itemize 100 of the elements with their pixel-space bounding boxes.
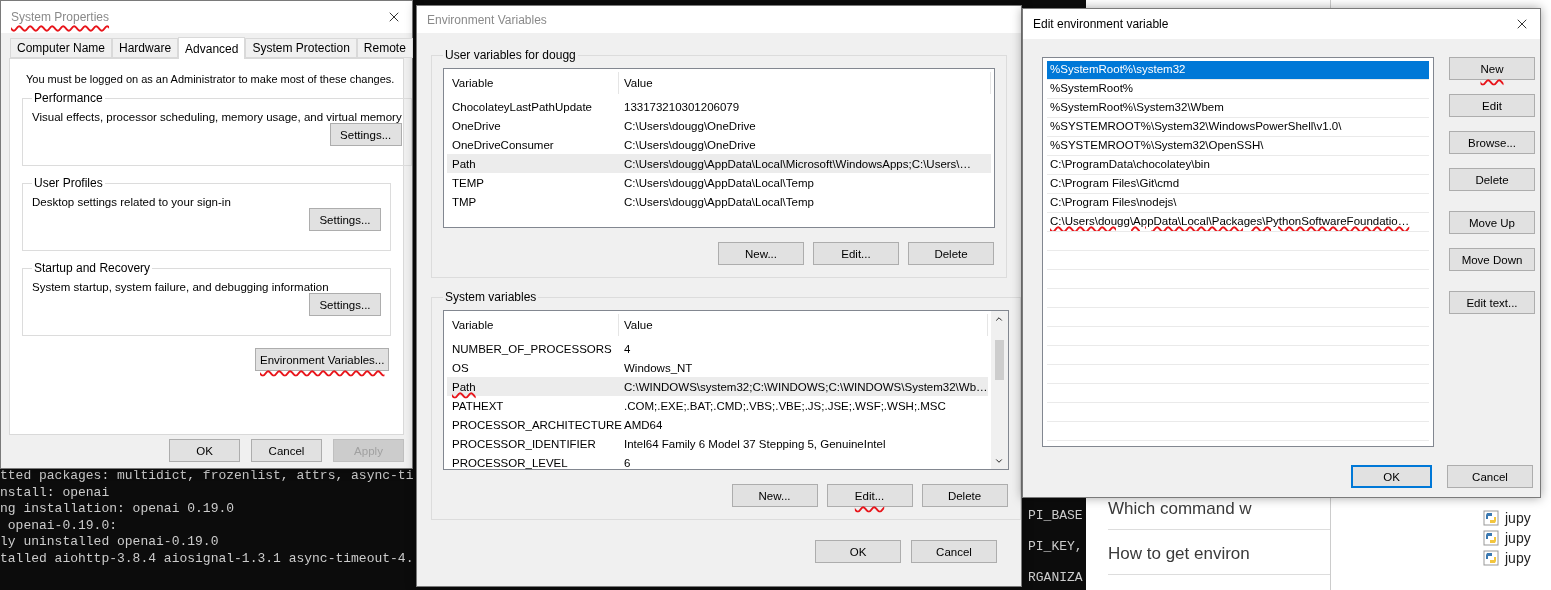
tab[interactable]: System Protection xyxy=(245,38,357,58)
scrollbar[interactable] xyxy=(990,311,1008,469)
list-action-button[interactable]: New xyxy=(1449,57,1535,80)
variable-row[interactable]: TMP C:\Users\dougg\AppData\Local\Temp xyxy=(447,192,991,211)
variable-name: TMP xyxy=(452,195,477,210)
path-entry[interactable]: C:\Users\dougg\AppData\Local\Packages\PythonSoftwareFoundatio… xyxy=(1047,213,1429,232)
dialog-button[interactable]: Cancel xyxy=(251,439,322,462)
file-name[interactable]: jupy xyxy=(1505,530,1531,546)
variable-name: Path xyxy=(452,157,476,172)
terminal-line: PI_BASE xyxy=(1028,507,1084,525)
list-action-button[interactable]: Move Down xyxy=(1449,248,1535,271)
environment-variables-button[interactable]: Environment Variables... xyxy=(255,348,389,371)
variable-name: PROCESSOR_ARCHITECTURE xyxy=(452,418,622,433)
group-description: Visual effects, processor scheduling, memory usage, and virtual memory xyxy=(32,111,402,123)
path-entry[interactable]: %SYSTEMROOT%\System32\WindowsPowerShell\v1.0\ xyxy=(1047,118,1429,137)
list-action-button[interactable]: Browse... xyxy=(1449,131,1535,154)
variable-name: PATHEXT xyxy=(452,399,504,414)
dialog-button[interactable]: Cancel xyxy=(911,540,997,563)
group-description: Desktop settings related to your sign-in xyxy=(32,196,232,208)
group-title: User variables for dougg xyxy=(444,48,577,62)
variable-row[interactable]: Path C:\Users\dougg\AppData\Local\Microsoft\WindowsApps;C:\Users\… xyxy=(447,154,991,173)
variable-name: OS xyxy=(452,361,469,376)
settings-button[interactable]: Settings... xyxy=(309,208,381,231)
terminal-line: tted packages: multidict, frozenlist, attrs, async-ti xyxy=(0,468,415,485)
notice-text: You must be logged on as an Administrator to make most of these changes. xyxy=(25,73,395,85)
list-action-button[interactable]: Delete xyxy=(921,484,1008,507)
path-entry[interactable]: C:\Program Files\nodejs\ xyxy=(1047,194,1429,213)
variable-row[interactable]: PROCESSOR_IDENTIFIER Intel64 Family 6 Model 37 Stepping 5, GenuineIntel xyxy=(447,434,988,453)
window-title: Environment Variables xyxy=(427,12,547,29)
file-name[interactable]: jupy xyxy=(1505,510,1531,526)
tab[interactable]: Advanced xyxy=(178,37,246,59)
variable-value: Intel64 Family 6 Model 37 Stepping 5, GenuineIntel xyxy=(623,437,887,450)
list-action-button[interactable]: Edit xyxy=(1449,94,1535,117)
terminal-line: talled aiohttp-3.8.4 aiosignal-1.3.1 async-timeout-4. xyxy=(0,550,415,567)
path-entry[interactable]: C:\ProgramData\chocolatey\bin xyxy=(1047,156,1429,175)
variable-value: AMD64 xyxy=(623,418,664,431)
list-action-button[interactable]: Edit text... xyxy=(1449,291,1535,314)
tab[interactable]: Hardware xyxy=(112,38,179,58)
terminal-line: ng installation: openai 0.19.0 xyxy=(0,501,236,518)
variable-row[interactable]: PATHEXT .COM;.EXE;.BAT;.CMD;.VBS;.VBE;.JS;.JSE;.WSF;.WSH;.MSC xyxy=(447,396,988,415)
path-entry[interactable]: %SystemRoot% xyxy=(1047,80,1429,99)
variable-value: C:\Users\dougg\AppData\Local\Temp xyxy=(623,195,815,208)
dialog-button[interactable]: OK xyxy=(1351,465,1432,488)
variable-value: C:\Users\dougg\OneDrive xyxy=(623,119,757,132)
column-header[interactable]: Variable xyxy=(447,72,619,94)
python-file-icon xyxy=(1483,530,1499,546)
file-name[interactable]: jupy xyxy=(1505,550,1531,566)
dialog-button[interactable]: Cancel xyxy=(1447,465,1533,488)
column-header[interactable]: Value xyxy=(619,314,988,336)
variable-row[interactable]: PROCESSOR_LEVEL 6 xyxy=(447,453,988,469)
variable-row[interactable]: NUMBER_OF_PROCESSORS 4 xyxy=(447,339,988,358)
python-file-icon xyxy=(1483,510,1499,526)
list-action-button[interactable]: Delete xyxy=(1449,168,1535,191)
path-entry[interactable]: %SystemRoot%\System32\Wbem xyxy=(1047,99,1429,118)
variable-name: PROCESSOR_IDENTIFIER xyxy=(452,437,596,452)
list-action-button[interactable]: Edit... xyxy=(813,242,899,265)
variable-row[interactable]: ChocolateyLastPathUpdate 133173210301206079 xyxy=(447,97,991,116)
scroll-down-icon[interactable] xyxy=(994,456,1005,466)
settings-button[interactable]: Settings... xyxy=(329,123,402,146)
group-title: Startup and Recovery xyxy=(33,261,152,275)
terminal-line: nstall: openai xyxy=(0,484,111,501)
path-entry[interactable]: %SystemRoot%\system32 xyxy=(1047,61,1429,80)
variable-name: OneDrive xyxy=(452,119,501,134)
column-header[interactable]: Value xyxy=(619,72,991,94)
list-action-button[interactable]: New... xyxy=(731,484,818,507)
dialog-button[interactable]: OK xyxy=(169,439,240,462)
column-header[interactable]: Variable xyxy=(447,314,619,336)
group-title: User Profiles xyxy=(33,176,104,190)
variable-name: OneDriveConsumer xyxy=(452,138,554,153)
variable-value: C:\Users\dougg\OneDrive xyxy=(623,138,757,151)
settings-button[interactable]: Settings... xyxy=(309,293,381,316)
list-action-button[interactable]: New... xyxy=(718,242,804,265)
list-action-button[interactable]: Move Up xyxy=(1449,211,1535,234)
variable-row[interactable]: OneDrive C:\Users\dougg\OneDrive xyxy=(447,116,991,135)
group-title: Performance xyxy=(33,91,104,105)
terminal-line: RGANIZA xyxy=(1028,569,1084,587)
list-action-button[interactable]: Delete xyxy=(908,242,994,265)
tab[interactable]: Remote xyxy=(356,38,413,58)
variable-value: .COM;.EXE;.BAT;.CMD;.VBS;.VBE;.JS;.JSE;.WSF;.WSH;.MSC xyxy=(623,399,947,412)
terminal-line: openai-0.19.0: xyxy=(6,517,119,534)
dialog-button[interactable]: OK xyxy=(815,540,901,563)
variable-name: TEMP xyxy=(452,176,484,191)
scroll-thumb[interactable] xyxy=(994,340,1004,380)
variable-row[interactable]: Path C:\WINDOWS\system32;C:\WINDOWS;C:\WINDOWS\System32\Wb… xyxy=(447,377,988,396)
variable-name: ChocolateyLastPathUpdate xyxy=(452,100,592,115)
variable-row[interactable]: TEMP C:\Users\dougg\AppData\Local\Temp xyxy=(447,173,991,192)
variable-row[interactable]: OneDriveConsumer C:\Users\dougg\OneDrive xyxy=(447,135,991,154)
variable-value: 133173210301206079 xyxy=(623,100,741,113)
variable-row[interactable]: PROCESSOR_ARCHITECTURE AMD64 xyxy=(447,415,988,434)
group-title: System variables xyxy=(444,290,538,304)
path-entry[interactable]: C:\Program Files\Git\cmd xyxy=(1047,175,1429,194)
path-entry[interactable]: %SYSTEMROOT%\System32\OpenSSH\ xyxy=(1047,137,1429,156)
variable-value: C:\WINDOWS\system32;C:\WINDOWS;C:\WINDOWS\System32\Wb… xyxy=(623,380,988,393)
variable-value: 6 xyxy=(623,456,632,469)
variable-value: C:\Users\dougg\AppData\Local\Temp xyxy=(623,176,815,189)
tab[interactable]: Computer Name xyxy=(10,38,113,58)
variable-value: C:\Users\dougg\AppData\Local\Microsoft\WindowsApps;C:\Users\… xyxy=(623,157,973,170)
list-action-button[interactable]: Edit... xyxy=(826,484,913,507)
variable-row[interactable]: OS Windows_NT xyxy=(447,358,988,377)
scroll-up-icon[interactable] xyxy=(994,314,1005,324)
